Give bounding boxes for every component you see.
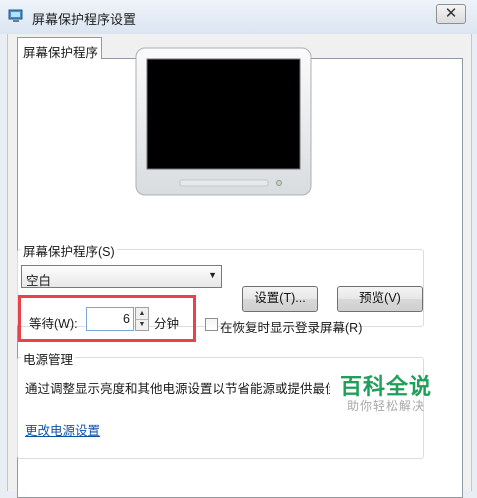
preview-button[interactable]: 预览(V) — [337, 286, 423, 312]
change-power-settings-link[interactable]: 更改电源设置 — [25, 420, 100, 439]
title-bar: 屏幕保护程序设置 ✕ — [0, 0, 477, 34]
watermark-subtitle: 助你轻松解决 — [347, 399, 426, 413]
tab-screensaver[interactable]: 屏幕保护程序 — [17, 37, 102, 60]
window-title: 屏幕保护程序设置 — [32, 12, 137, 27]
power-description: 通过调整显示亮度和其他电源设置以节省能源或提供最佳 — [25, 382, 330, 396]
monitor-preview-image — [135, 47, 312, 196]
display-settings-icon — [8, 9, 23, 22]
screensaver-select[interactable]: 空白 ▼ — [21, 265, 222, 288]
screensaver-group-label: 屏幕保护程序(S) — [21, 241, 117, 260]
resume-checkbox-label[interactable]: 在恢复时显示登录屏幕(R) — [220, 317, 362, 336]
resume-checkbox[interactable] — [205, 318, 218, 331]
close-icon: ✕ — [444, 5, 458, 22]
power-group-label: 电源管理 — [21, 349, 76, 368]
settings-button[interactable]: 设置(T)... — [242, 286, 318, 312]
highlight-annotation — [18, 295, 196, 342]
close-button[interactable]: ✕ — [436, 4, 466, 24]
chevron-down-icon: ▼ — [208, 270, 217, 280]
screensaver-select-value: 空白 — [26, 274, 52, 288]
